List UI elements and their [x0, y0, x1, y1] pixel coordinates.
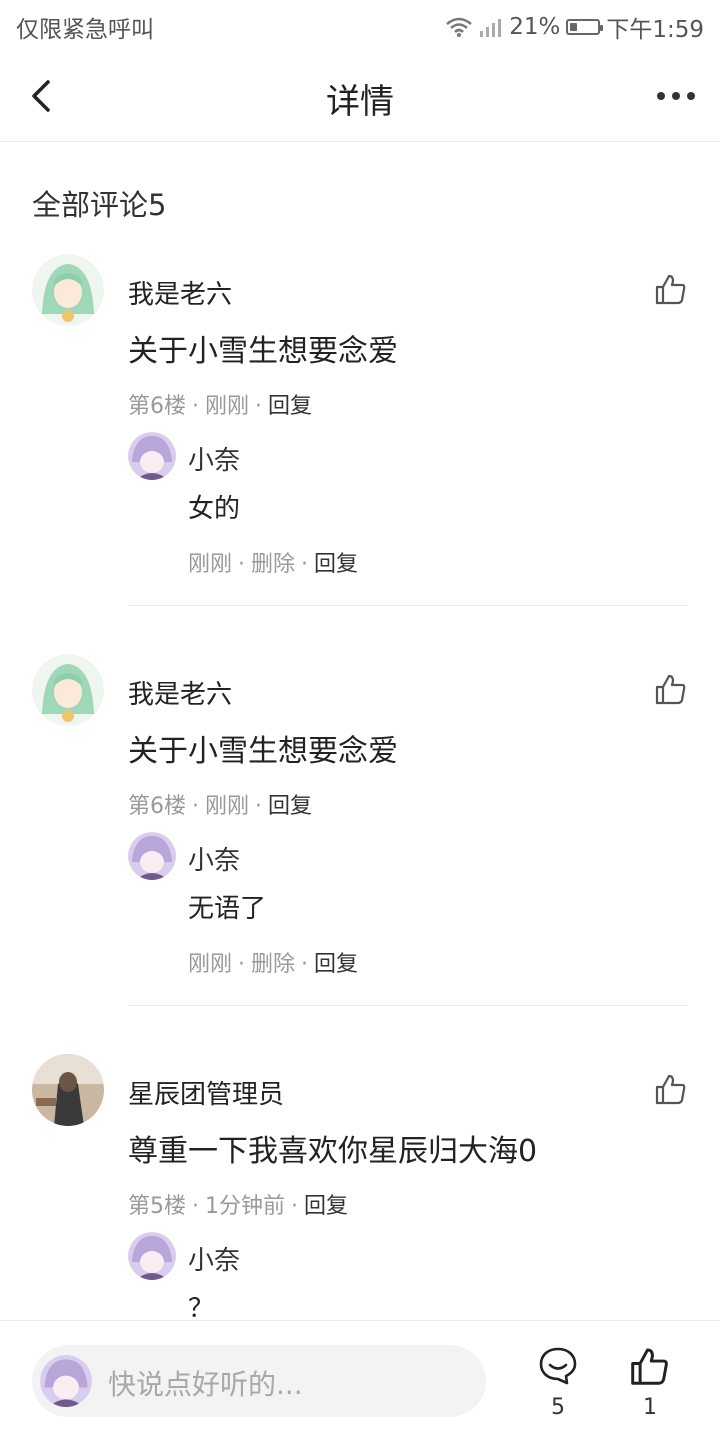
divider	[128, 1005, 688, 1006]
reply-user-avatar[interactable]	[128, 1232, 176, 1280]
user-avatar[interactable]	[32, 1054, 104, 1126]
separator-dot: ·	[301, 552, 309, 577]
reply-text: 女的	[188, 494, 241, 524]
separator-dot: ·	[192, 394, 199, 419]
comment-username[interactable]: 星辰团管理员	[128, 1074, 284, 1111]
reply-link[interactable]: 回复	[304, 1194, 348, 1219]
wifi-icon	[446, 17, 473, 37]
thumbs-up-icon	[631, 1348, 668, 1385]
delete-link[interactable]: 删除	[251, 552, 295, 577]
bottom-bar: 快说点好听的... 5 1	[0, 1320, 720, 1440]
comment-meta: 第5楼 · 1分钟前 · 回复	[128, 1188, 348, 1220]
comment-floor: 第6楼	[128, 794, 186, 819]
comment-text: 关于小雪生想要念爱	[128, 734, 398, 769]
status-right-group: 21% 下午1:59	[445, 10, 704, 44]
thumbs-up-icon[interactable]	[654, 672, 688, 706]
comment-username[interactable]: 我是老六	[128, 274, 232, 311]
battery-percent: 21%	[509, 14, 561, 40]
reply-link[interactable]: 回复	[268, 794, 312, 819]
reply-username[interactable]: 小奈	[188, 840, 240, 877]
comment-input-placeholder: 快说点好听的...	[108, 1368, 303, 1401]
reply-time: 刚刚	[188, 952, 233, 977]
comment-input[interactable]: 快说点好听的...	[32, 1345, 486, 1417]
more-dot-icon	[657, 92, 665, 100]
separator-dot: ·	[301, 952, 309, 977]
comment-item: 我是老六 关于小雪生想要念爱 第6楼 · 刚刚 · 回复 小奈 无语了 刚刚 · 删除 · 回复	[0, 650, 720, 1006]
more-dot-icon	[687, 92, 695, 100]
thumbs-up-icon[interactable]	[654, 1072, 688, 1106]
reply-text: 无语了	[188, 894, 267, 924]
comment-meta: 第6楼 · 刚刚 · 回复	[128, 388, 312, 420]
comments-section-title: 全部评论5	[32, 188, 167, 222]
comment-text: 关于小雪生想要念爱	[128, 334, 398, 369]
separator-dot: ·	[291, 1194, 298, 1219]
comment-floor: 第6楼	[128, 394, 186, 419]
separator-dot: ·	[255, 794, 263, 819]
reply-username[interactable]: 小奈	[188, 1240, 240, 1277]
status-carrier-text: 仅限紧急呼叫	[16, 17, 154, 43]
reply-username[interactable]: 小奈	[188, 440, 240, 477]
status-bar: 仅限紧急呼叫 21% 下午1:59	[0, 0, 720, 50]
page-title: 详情	[326, 82, 394, 122]
comment-meta: 第6楼 · 刚刚 · 回复	[128, 788, 312, 820]
comment-item: 星辰团管理员 尊重一下我喜欢你星辰归大海0 第5楼 · 1分钟前 · 回复 小奈 ？	[0, 1050, 720, 1320]
comment-username[interactable]: 我是老六	[128, 674, 232, 711]
comment-item: 我是老六 关于小雪生想要念爱 第6楼 · 刚刚 · 回复 小奈 女的 刚刚 · 删除 · 回复	[0, 250, 720, 606]
comment-floor: 第5楼	[128, 1194, 186, 1219]
separator-dot: ·	[238, 952, 246, 977]
signal-icon	[480, 19, 502, 37]
separator-dot: ·	[238, 552, 246, 577]
battery-icon	[566, 19, 604, 35]
current-user-avatar	[40, 1355, 92, 1407]
comment-count: 5	[551, 1395, 565, 1420]
delete-link[interactable]: 删除	[251, 952, 295, 977]
reply-user-avatar[interactable]	[128, 432, 176, 480]
comment-time: 1分钟前	[205, 1194, 285, 1219]
like-count: 1	[643, 1395, 657, 1420]
comment-time: 刚刚	[205, 794, 250, 819]
reply-user-avatar[interactable]	[128, 832, 176, 880]
like-count-button[interactable]: 1	[620, 1345, 680, 1420]
thumbs-up-icon[interactable]	[654, 272, 688, 306]
reply-link[interactable]: 回复	[314, 552, 358, 577]
reply-meta: 刚刚 · 删除 · 回复	[188, 946, 358, 978]
user-avatar[interactable]	[32, 254, 104, 326]
more-options-button[interactable]	[648, 72, 704, 120]
comment-count-button[interactable]: 5	[528, 1345, 588, 1420]
separator-dot: ·	[192, 794, 199, 819]
comment-text: 尊重一下我喜欢你星辰归大海0	[128, 1134, 538, 1169]
user-avatar[interactable]	[32, 654, 104, 726]
header: 详情	[0, 50, 720, 142]
comment-bubble-icon	[539, 1347, 577, 1385]
reply-link[interactable]: 回复	[268, 394, 312, 419]
reply-link[interactable]: 回复	[314, 952, 358, 977]
more-dot-icon	[672, 92, 680, 100]
separator-dot: ·	[192, 1194, 199, 1219]
separator-dot: ·	[255, 394, 263, 419]
reply-meta: 刚刚 · 删除 · 回复	[188, 546, 358, 578]
reply-text: ？	[188, 1294, 215, 1320]
divider	[128, 605, 688, 606]
comment-time: 刚刚	[205, 394, 250, 419]
status-time: 下午1:59	[606, 17, 704, 43]
reply-time: 刚刚	[188, 552, 233, 577]
